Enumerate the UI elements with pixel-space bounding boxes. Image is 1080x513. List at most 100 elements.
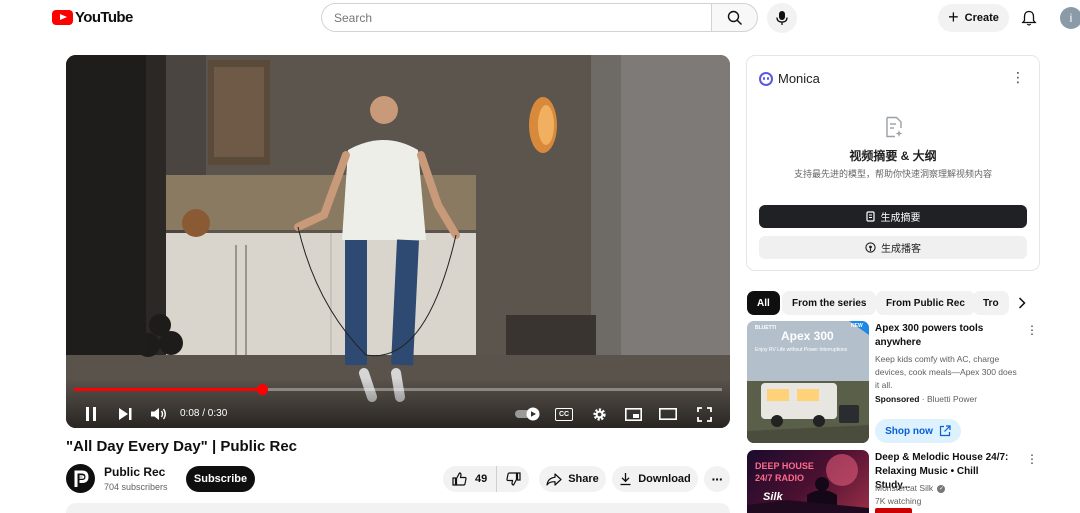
- more-vertical-icon: ⋮: [1011, 69, 1025, 85]
- subscribe-button[interactable]: Subscribe: [186, 466, 255, 492]
- monica-menu-button[interactable]: ⋮: [1011, 70, 1025, 84]
- shop-now-label: Shop now: [885, 425, 933, 437]
- captions-button[interactable]: CC: [554, 404, 574, 424]
- like-button[interactable]: 49: [443, 466, 497, 492]
- ad-thumb-badge: NEW: [851, 323, 863, 329]
- download-button[interactable]: Download: [612, 466, 698, 492]
- logo-text: YouTube: [75, 9, 133, 26]
- music-thumb-line2: 24/7 RADIO: [755, 473, 805, 483]
- settings-button[interactable]: [589, 404, 609, 424]
- microphone-icon: [776, 11, 788, 25]
- theater-mode-icon: [659, 408, 677, 420]
- share-button[interactable]: Share: [539, 466, 606, 492]
- search-input[interactable]: [334, 10, 712, 25]
- pause-icon: [86, 407, 96, 421]
- ad-sponsor-line: Sponsored · Bluetti Power: [875, 394, 977, 404]
- video-frame: [66, 55, 730, 428]
- chip-from-the-series[interactable]: From the series: [782, 291, 877, 315]
- chips-next-button[interactable]: [1012, 293, 1032, 313]
- like-count: 49: [475, 473, 488, 485]
- skip-next-icon: [118, 408, 131, 420]
- account-avatar[interactable]: i: [1060, 7, 1080, 29]
- filter-chips: All From the series From Public Rec Tro: [747, 291, 1037, 315]
- share-icon: [546, 472, 562, 486]
- music-thumb-line1: DEEP HOUSE: [755, 461, 814, 471]
- autoplay-toggle-icon: [515, 407, 540, 421]
- sponsored-label: Sponsored: [875, 394, 920, 404]
- youtube-play-icon: [52, 10, 73, 25]
- ad-thumb-tagline: Enjoy RV Life without Power Interruption…: [755, 347, 848, 353]
- public-rec-logo-icon: [74, 470, 89, 487]
- next-button[interactable]: [116, 404, 134, 424]
- monica-title: 视频摘要 & 大纲: [849, 149, 937, 163]
- scrubber-handle[interactable]: [257, 384, 268, 395]
- music-thumbnail[interactable]: DEEP HOUSE 24/7 RADIO Silk: [747, 450, 869, 513]
- ad-thumb-brand: BLUETTI: [755, 325, 777, 331]
- monica-subtitle: 支持最先进的模型，帮助你快速洞察理解视频内容: [793, 169, 992, 179]
- chip-from-public-rec[interactable]: From Public Rec: [876, 291, 975, 315]
- bell-icon: [1021, 10, 1037, 26]
- ad-thumb-title: Apex 300: [781, 329, 834, 343]
- ad-title[interactable]: Apex 300 powers tools anywhere: [875, 322, 1015, 350]
- share-label: Share: [568, 473, 599, 485]
- generate-summary-button[interactable]: 生成摘要: [759, 205, 1027, 228]
- fullscreen-button[interactable]: [694, 404, 714, 424]
- download-label: Download: [638, 473, 691, 485]
- document-icon: [886, 116, 903, 138]
- ad-description: Keep kids comfy with AC, charge devices,…: [875, 354, 1017, 390]
- music-watching: 7K watching: [875, 496, 922, 506]
- subscriber-count: 704 subscribers: [104, 482, 168, 492]
- more-actions-button[interactable]: ···: [704, 466, 730, 492]
- search-icon: [727, 10, 742, 25]
- miniplayer-icon: [624, 407, 642, 421]
- player-controls: 0:08 / 0:30 CC: [66, 378, 730, 428]
- monica-panel: Monica ⋮ 视频摘要 & 大纲 支持最先进的模型，帮助你快速洞察理解视频内…: [746, 55, 1040, 271]
- shop-now-button[interactable]: Shop now: [875, 419, 961, 443]
- plus-icon: +: [948, 7, 959, 27]
- autoplay-toggle[interactable]: [514, 404, 542, 424]
- voice-search-button[interactable]: [767, 3, 797, 33]
- search-box: [321, 3, 712, 32]
- progress-played: [74, 388, 262, 391]
- chip-all[interactable]: All: [747, 291, 780, 315]
- verified-check-icon: ✓: [937, 484, 946, 493]
- generate-summary-label: 生成摘要: [880, 213, 921, 224]
- chevron-right-icon: [1018, 297, 1026, 309]
- thumbs-down-icon: [505, 472, 521, 486]
- like-dislike-group: 49: [443, 466, 529, 492]
- music-channel-line: Monstercat Silk ✓: [875, 483, 946, 493]
- summary-icon: [865, 211, 875, 222]
- description-box[interactable]: [66, 503, 730, 513]
- more-vertical-icon: ⋮: [1026, 452, 1038, 466]
- download-icon: [620, 473, 631, 486]
- channel-avatar[interactable]: [66, 464, 95, 493]
- thumbs-up-icon: [452, 472, 467, 486]
- create-button[interactable]: + Create: [938, 4, 1009, 32]
- dislike-button[interactable]: [497, 466, 529, 492]
- music-menu-button[interactable]: ⋮: [1026, 453, 1038, 465]
- video-player[interactable]: 0:08 / 0:30 CC: [66, 55, 730, 428]
- music-thumb-brand: Silk: [763, 491, 783, 503]
- music-channel[interactable]: Monstercat Silk: [875, 483, 933, 493]
- more-vertical-icon: ⋮: [1026, 323, 1038, 337]
- volume-icon: [151, 408, 166, 420]
- search-button[interactable]: [711, 3, 758, 32]
- generate-podcast-button[interactable]: 生成播客: [759, 236, 1027, 259]
- monica-name: Monica: [778, 71, 820, 86]
- pause-button[interactable]: [82, 404, 100, 424]
- channel-name[interactable]: Public Rec: [104, 465, 165, 479]
- progress-bar[interactable]: [74, 384, 722, 395]
- masthead: YouTube + Create i: [0, 0, 1080, 36]
- chip-trending[interactable]: Tro: [973, 291, 1009, 315]
- ad-thumbnail[interactable]: BLUETTI Apex 300 Enjoy RV Life without P…: [747, 321, 869, 443]
- live-badge: [875, 508, 912, 513]
- youtube-logo[interactable]: YouTube: [52, 9, 133, 26]
- notifications-button[interactable]: [1019, 8, 1039, 28]
- ad-menu-button[interactable]: ⋮: [1026, 324, 1038, 336]
- video-title: "All Day Every Day" | Public Rec: [66, 438, 298, 455]
- fullscreen-icon: [696, 406, 712, 422]
- miniplayer-button[interactable]: [623, 404, 643, 424]
- youtube-watch-page: YouTube + Create i: [0, 0, 1080, 513]
- theater-mode-button[interactable]: [658, 404, 678, 424]
- volume-button[interactable]: [150, 404, 168, 424]
